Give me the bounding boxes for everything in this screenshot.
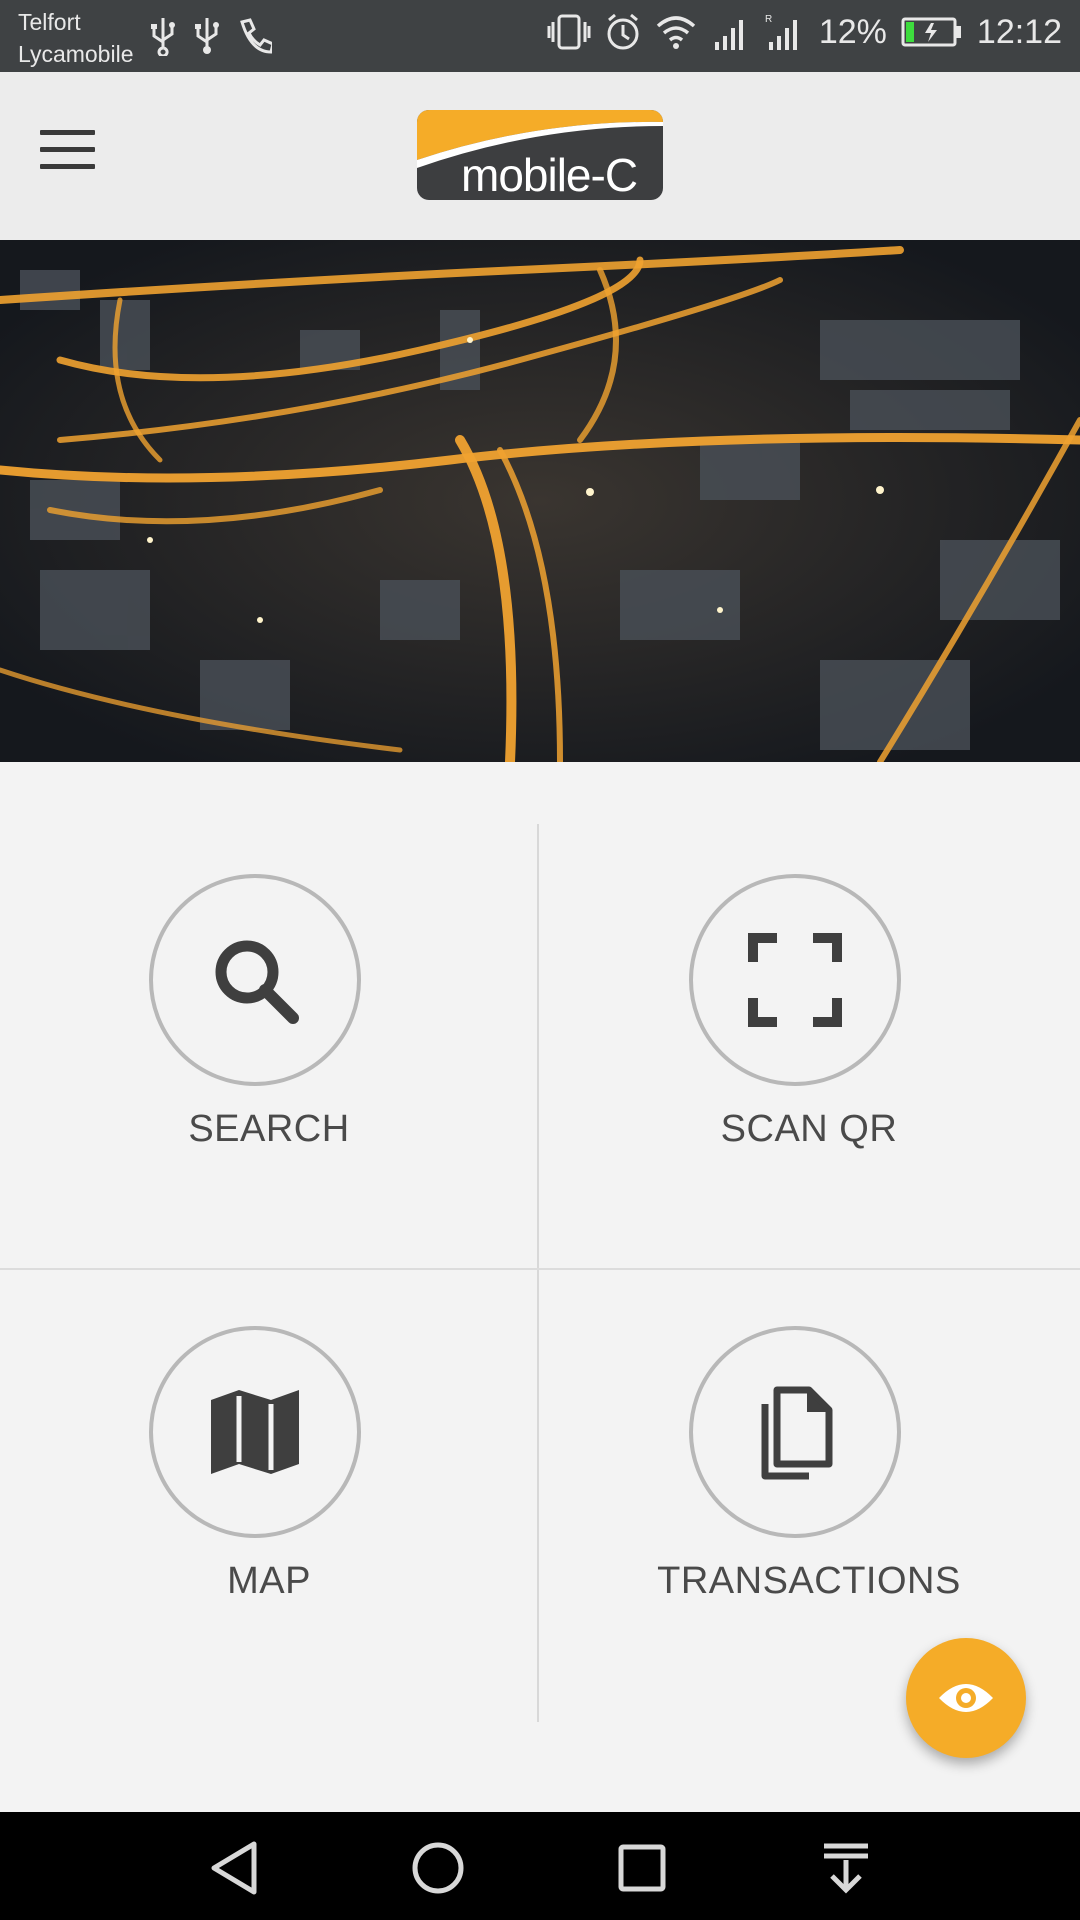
search-icon <box>149 874 361 1086</box>
usb-icon <box>192 16 222 56</box>
scan-qr-icon <box>689 874 901 1086</box>
back-icon[interactable] <box>204 1838 264 1898</box>
hero-image <box>0 240 1080 762</box>
svg-text:R: R <box>765 14 772 25</box>
carrier-2: Lycamobile <box>18 41 134 67</box>
tile-transactions-label: TRANSACTIONS <box>657 1560 961 1602</box>
notification-pull-icon[interactable] <box>816 1838 876 1898</box>
eye-icon <box>939 1684 993 1712</box>
tile-search-label: SEARCH <box>188 1108 350 1150</box>
tile-scan-qr-label: SCAN QR <box>720 1108 898 1150</box>
documents-icon <box>689 1326 901 1538</box>
home-icon[interactable] <box>408 1838 468 1898</box>
app-bar: mobile-C <box>0 72 1080 240</box>
logo-text: mobile-C <box>461 149 638 200</box>
wifi-icon <box>655 12 697 52</box>
status-bar: Telfort Lycamobile R 12% 12:12 <box>0 0 1080 72</box>
call-icon <box>236 16 272 56</box>
tile-search[interactable]: SEARCH <box>0 818 538 1268</box>
hamburger-menu-icon[interactable] <box>40 130 100 180</box>
usb-icon <box>148 16 178 56</box>
menu-grid: SEARCH SCAN QR MAP TRANSACTIONS <box>0 762 1080 1812</box>
eye-fab-button[interactable] <box>906 1638 1026 1758</box>
carrier-1: Telfort <box>18 9 81 35</box>
carrier-info: Telfort Lycamobile <box>18 6 133 70</box>
recents-icon[interactable] <box>612 1838 672 1898</box>
map-icon <box>149 1326 361 1538</box>
tile-map[interactable]: MAP <box>0 1270 538 1720</box>
battery-percent: 12% <box>818 12 887 51</box>
system-nav-bar <box>0 1812 1080 1920</box>
battery-charging-icon <box>901 16 963 48</box>
tile-scan-qr[interactable]: SCAN QR <box>540 818 1078 1268</box>
app-logo: mobile-C <box>417 110 663 200</box>
signal-roaming-icon: R <box>765 12 805 52</box>
signal-icon <box>711 12 751 52</box>
alarm-icon <box>605 12 641 52</box>
vibrate-icon <box>547 12 591 52</box>
tile-map-label: MAP <box>227 1560 311 1602</box>
clock: 12:12 <box>976 12 1062 51</box>
